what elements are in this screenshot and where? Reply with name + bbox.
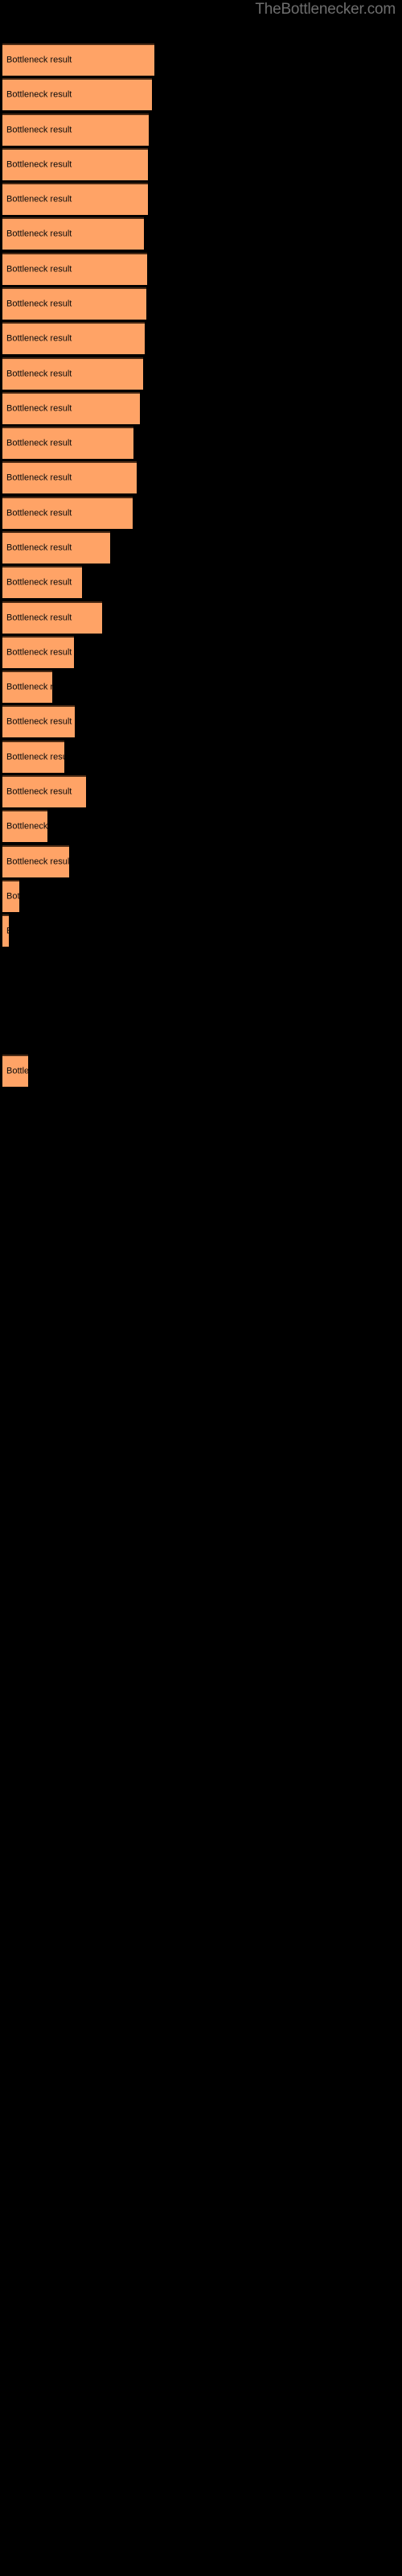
bar[interactable]: Bottleneck result xyxy=(2,845,69,877)
bar-row: Bottleneck result xyxy=(0,741,402,773)
bar-label: Bottleneck result xyxy=(6,264,72,275)
bar-row: Bottleneck result xyxy=(0,705,402,737)
bar-label: Bottleneck result xyxy=(6,229,72,239)
bar-label: Bottleneck result xyxy=(6,508,72,518)
bar-label: Bottleneck result xyxy=(6,786,72,797)
bar-label: Bottleneck result xyxy=(6,159,72,170)
bar-label: Bottleneck result xyxy=(6,577,72,588)
bar-row: Bottleneck result xyxy=(0,78,402,110)
bar[interactable]: Bottleneck result xyxy=(2,183,148,215)
bar-row: Bottleneck result xyxy=(0,461,402,493)
bar-row: Bottleneck result xyxy=(0,531,402,564)
bar-row: Bottleneck result xyxy=(0,1055,402,1087)
bar-label: Bottleneck result xyxy=(6,647,72,658)
bar[interactable]: Bottleneck result xyxy=(2,78,152,110)
bar[interactable]: Bottleneck result xyxy=(2,217,144,250)
bar-row: Bottleneck result xyxy=(0,217,402,250)
bar-label: Bottleneck result xyxy=(6,299,72,309)
bar[interactable]: Bottleneck result xyxy=(2,531,110,564)
bar-label: Bottleneck result xyxy=(6,403,72,414)
bar-row: Bottleneck result xyxy=(0,148,402,180)
bar-label: Bottleneck result xyxy=(6,821,47,832)
bar[interactable]: Bottleneck result xyxy=(2,148,148,180)
bar[interactable]: Bottleneck result xyxy=(2,287,146,320)
bar[interactable]: Bottleneck result xyxy=(2,880,19,912)
bar-row: Bottleneck result xyxy=(0,183,402,215)
bar[interactable]: Bottleneck result xyxy=(2,497,133,529)
bar[interactable]: Bottleneck result xyxy=(2,705,75,737)
bar-label: Bottleneck result xyxy=(6,369,72,379)
bar-row: Bottleneck result xyxy=(0,392,402,424)
bar-label: Bottleneck result xyxy=(6,752,64,762)
bar-row: Bottleneck result xyxy=(0,253,402,285)
bar-label: Bottleneck result xyxy=(6,543,72,553)
bar-row: Bottleneck result xyxy=(0,357,402,390)
bar-row: Bottleneck result xyxy=(0,845,402,877)
bar[interactable]: Bottleneck result xyxy=(2,636,74,668)
bar-label: Bottleneck result xyxy=(6,438,72,448)
bar[interactable]: Bottleneck result xyxy=(2,1055,28,1087)
bar-row: Bottleneck result xyxy=(0,497,402,529)
bar[interactable]: Bottleneck result xyxy=(2,427,133,459)
bar-label: Bottleneck result xyxy=(6,1066,28,1076)
bar[interactable]: Bottleneck result xyxy=(2,461,137,493)
bar-row: Bottleneck result xyxy=(0,322,402,354)
bar-row: Bottleneck result xyxy=(0,671,402,703)
bar[interactable]: Bottleneck result xyxy=(2,253,147,285)
bar[interactable]: Bottleneck result xyxy=(2,601,102,634)
bar-label: Bottleneck result xyxy=(6,333,72,344)
bar-label: Bottleneck result xyxy=(6,125,72,135)
bar-row: Bottleneck result xyxy=(0,775,402,807)
bar-label: Bottleneck result xyxy=(6,89,72,100)
bar-label: Bottleneck result xyxy=(6,927,9,936)
bar[interactable]: Bottleneck result xyxy=(2,810,47,842)
bar[interactable]: Bottleneck result xyxy=(2,775,86,807)
bar[interactable]: Bottleneck result xyxy=(2,914,9,947)
bar[interactable]: Bottleneck result xyxy=(2,566,82,598)
bar[interactable]: Bottleneck result xyxy=(2,43,154,76)
bar[interactable]: Bottleneck result xyxy=(2,357,143,390)
bar-row: Bottleneck result xyxy=(0,287,402,320)
bar-row: Bottleneck result xyxy=(0,114,402,146)
bar-label: Bottleneck result xyxy=(6,857,69,867)
bar-row: Bottleneck result xyxy=(0,880,402,912)
bar-label: Bottleneck result xyxy=(6,682,52,692)
bar[interactable]: Bottleneck result xyxy=(2,114,149,146)
bar[interactable]: Bottleneck result xyxy=(2,322,145,354)
bar-label: Bottleneck result xyxy=(6,473,72,483)
bar-row: Bottleneck result xyxy=(0,566,402,598)
bar-row: Bottleneck result xyxy=(0,601,402,634)
bar-row: Bottleneck result xyxy=(0,914,402,947)
bar-label: Bottleneck result xyxy=(6,613,72,623)
bar[interactable]: Bottleneck result xyxy=(2,671,52,703)
bar-label: Bottleneck result xyxy=(6,891,19,902)
bar-row: Bottleneck result xyxy=(0,427,402,459)
site-watermark: TheBottlenecker.com xyxy=(255,1,396,18)
bottleneck-bar-chart: TheBottlenecker.com Bottleneck result Bot… xyxy=(0,0,402,2576)
bar-row: Bottleneck result xyxy=(0,810,402,842)
bar-label: Bottleneck result xyxy=(6,55,72,65)
bar-row: Bottleneck result xyxy=(0,43,402,76)
bar[interactable]: Bottleneck result xyxy=(2,741,64,773)
bar-row: Bottleneck result xyxy=(0,636,402,668)
bar-label: Bottleneck result xyxy=(6,194,72,204)
bar-label: Bottleneck result xyxy=(6,716,72,727)
bar[interactable]: Bottleneck result xyxy=(2,392,140,424)
